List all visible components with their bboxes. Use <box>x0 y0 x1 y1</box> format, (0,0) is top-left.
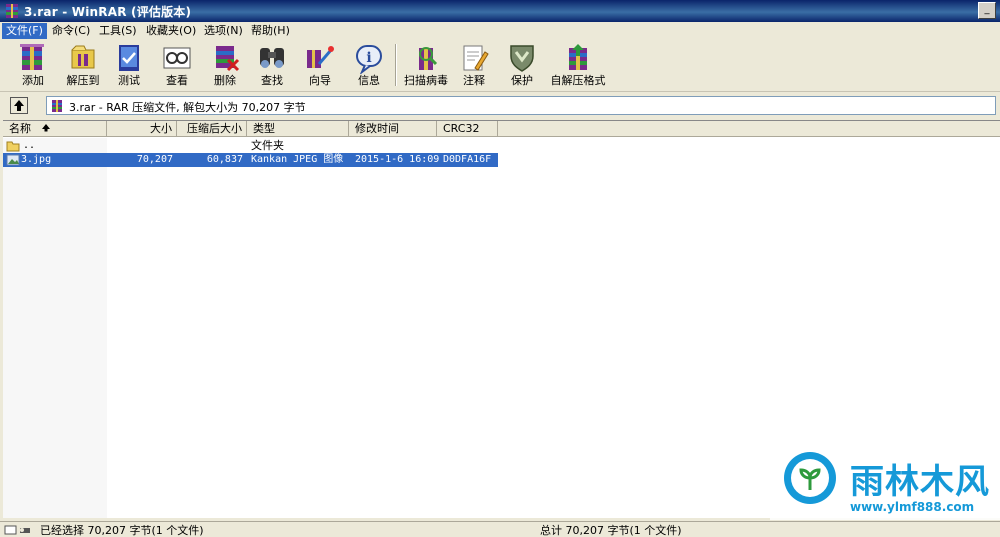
row-type: Kankan JPEG 图像 <box>251 154 344 165</box>
virus-scan-icon <box>419 47 438 70</box>
info-label: 信息 <box>358 74 380 87</box>
view-icon <box>163 47 191 69</box>
view-label: 查看 <box>166 74 188 87</box>
find-label: 查找 <box>261 74 283 87</box>
jpg-file-icon <box>6 154 20 166</box>
menu-bar: 文件(F) 命令(C) 工具(S) 收藏夹(O) 选项(N) 帮助(H) <box>0 22 1000 40</box>
row-crc32: D0DFA16F <box>443 154 492 165</box>
find-icon <box>260 48 284 68</box>
column-header-packed[interactable]: 压缩后大小 <box>177 121 247 137</box>
status-archive-icons <box>4 525 30 535</box>
comment-icon <box>463 45 489 71</box>
row-size: 70,207 <box>136 154 173 165</box>
column-header-modified[interactable]: 修改时间 <box>349 121 437 137</box>
menu-commands[interactable]: 命令(C) <box>48 23 94 39</box>
rar-archive-icon <box>52 100 62 112</box>
row-modified: 2015-1-6 16:09 <box>355 154 440 165</box>
column-header-size[interactable]: 大小 <box>107 121 177 137</box>
delete-button[interactable]: 删除 <box>205 42 245 90</box>
name-column-background <box>3 138 107 518</box>
row-name: .. <box>23 140 36 151</box>
protect-button[interactable]: 保护 <box>503 42 541 90</box>
column-header-bar: 名称 大小 压缩后大小 类型 修改时间 CRC32 <box>3 121 1000 137</box>
watermark-brand: 雨林木风 <box>850 462 990 502</box>
menu-options[interactable]: 选项(N) <box>200 23 247 39</box>
svg-text:i: i <box>366 50 371 66</box>
delete-label: 删除 <box>214 74 236 87</box>
column-header-type[interactable]: 类型 <box>247 121 349 137</box>
extract-to-button[interactable]: 解压到 <box>62 42 104 90</box>
add-archive-icon <box>20 44 44 70</box>
winrar-app-icon <box>6 4 18 18</box>
table-row[interactable]: 3.jpg 70,207 60,837 Kankan JPEG 图像 2015-… <box>3 153 498 167</box>
test-icon <box>119 45 139 71</box>
row-type: 文件夹 <box>251 139 284 152</box>
menu-file[interactable]: 文件(F) <box>2 23 47 39</box>
row-packed: 60,837 <box>206 154 243 165</box>
view-button[interactable]: 查看 <box>157 42 197 90</box>
virus-scan-button[interactable]: 扫描病毒 <box>402 42 450 90</box>
test-button[interactable]: 测试 <box>110 42 148 90</box>
add-button[interactable]: 添加 <box>12 42 54 90</box>
extract-to-label: 解压到 <box>66 74 100 87</box>
sfx-label: 自解压格式 <box>550 74 606 87</box>
address-bar: 3.rar - RAR 压缩文件, 解包大小为 70,207 字节 <box>0 94 1000 118</box>
title-bar[interactable]: 3.rar - WinRAR (评估版本) _ <box>0 0 1000 22</box>
info-icon: i <box>356 45 382 74</box>
column-header-crc32[interactable]: CRC32 <box>437 121 498 137</box>
minimize-button[interactable]: _ <box>978 2 996 19</box>
comment-label: 注释 <box>463 74 485 87</box>
watermark: 雨林木风 www.ylmf888.com <box>770 440 1000 520</box>
column-header-name[interactable]: 名称 <box>3 121 107 137</box>
test-label: 测试 <box>118 74 140 87</box>
sort-ascending-icon <box>41 124 50 132</box>
wizard-button[interactable]: 向导 <box>300 42 340 90</box>
sfx-button[interactable]: 自解压格式 <box>549 42 607 90</box>
status-total: 总计 70,207 字节(1 个文件) <box>540 524 682 537</box>
window-title: 3.rar - WinRAR (评估版本) <box>24 5 192 19</box>
status-bar: 已经选择 70,207 字节(1 个文件) 总计 70,207 字节(1 个文件… <box>0 521 1000 537</box>
extract-to-icon <box>71 45 95 69</box>
wizard-label: 向导 <box>309 74 331 87</box>
wizard-icon <box>307 46 334 68</box>
winrar-window: 3.rar - WinRAR (评估版本) _ 文件(F) 命令(C) 工具(S… <box>0 0 1000 537</box>
menu-favorites[interactable]: 收藏夹(O) <box>142 23 200 39</box>
delete-icon <box>216 46 240 72</box>
toolbar: 添加 解压到 测试 查看 删除 查找 向导 i 信息 扫描病毒 注释 保护 自解… <box>0 40 1000 92</box>
ylmf-logo-icon <box>784 452 836 504</box>
add-label: 添加 <box>22 74 44 87</box>
up-one-level-button[interactable] <box>10 97 28 114</box>
folder-icon <box>6 141 20 152</box>
protect-icon <box>510 45 534 72</box>
menu-tools[interactable]: 工具(S) <box>95 23 141 39</box>
sfx-icon <box>569 44 587 70</box>
column-name-label: 名称 <box>9 122 31 135</box>
info-button[interactable]: i 信息 <box>350 42 388 90</box>
find-button[interactable]: 查找 <box>252 42 292 90</box>
row-name: 3.jpg <box>21 154 52 165</box>
up-arrow-icon <box>14 100 24 111</box>
address-text: 3.rar - RAR 压缩文件, 解包大小为 70,207 字节 <box>69 101 306 114</box>
protect-label: 保护 <box>511 74 533 87</box>
address-field[interactable]: 3.rar - RAR 压缩文件, 解包大小为 70,207 字节 <box>46 96 996 115</box>
virus-scan-label: 扫描病毒 <box>404 74 448 87</box>
toolbar-separator <box>395 44 397 86</box>
status-selected: 已经选择 70,207 字节(1 个文件) <box>40 524 204 537</box>
comment-button[interactable]: 注释 <box>456 42 492 90</box>
watermark-url: www.ylmf888.com <box>850 500 975 514</box>
table-row[interactable]: .. 文件夹 <box>3 139 503 153</box>
menu-help[interactable]: 帮助(H) <box>247 23 294 39</box>
